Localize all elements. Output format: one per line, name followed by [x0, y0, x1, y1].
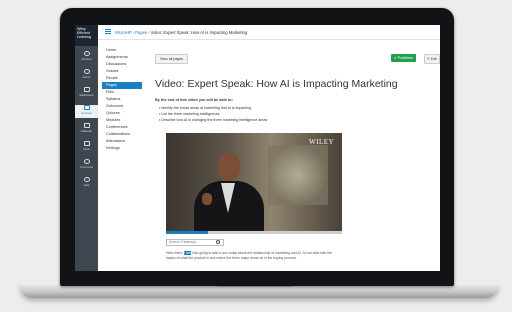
- course-nav-pages[interactable]: Pages: [102, 82, 142, 89]
- global-nav-help-label: Help: [83, 183, 90, 187]
- objective-text: List the three marketing intelligences: [161, 112, 220, 116]
- dashboard-icon: [83, 87, 90, 92]
- course-nav-modules[interactable]: Modules: [102, 117, 142, 124]
- objective-text: Identify the broad areas of marketing th…: [161, 106, 251, 110]
- course-nav-syllabus[interactable]: Syllabus: [102, 96, 142, 103]
- global-nav-calendar[interactable]: Calendar: [75, 123, 98, 135]
- screen: Wiley Efficient Learning Account Admin D…: [75, 25, 440, 271]
- breadcrumb-separator-icon: ›: [132, 30, 135, 35]
- course-nav-home[interactable]: Home: [102, 47, 142, 54]
- view-all-pages-button[interactable]: View all pages: [155, 54, 189, 64]
- global-nav-commons[interactable]: Commons: [75, 159, 98, 171]
- global-nav-help[interactable]: Help: [75, 177, 98, 189]
- published-button[interactable]: ✔ Published: [391, 54, 416, 62]
- course-nav-quizzes[interactable]: Quizzes: [102, 110, 142, 117]
- logo-line-3: Learning: [77, 35, 91, 40]
- courses-icon: [83, 105, 90, 110]
- commons-icon: [83, 159, 90, 164]
- global-nav-courses[interactable]: Courses: [75, 105, 98, 118]
- top-bar: WUAIHP›Pages›Video: Expert Speak: How AI…: [98, 25, 440, 40]
- global-nav-inbox-label: Inbox: [83, 147, 90, 151]
- published-label: Published: [397, 56, 413, 60]
- calendar-icon: [83, 123, 90, 128]
- transcript-text: Vish going to talk to you today about th…: [166, 251, 333, 260]
- learning-objectives-intro: By the end of this video you will be abl…: [155, 98, 233, 102]
- wiley-watermark: WILEY: [309, 138, 335, 146]
- global-nav-account-label: Account: [81, 57, 92, 61]
- global-nav-calendar-label: Calendar: [80, 129, 93, 133]
- search-icon[interactable]: [216, 240, 220, 244]
- course-nav-attendance[interactable]: Attendance: [102, 138, 142, 145]
- admin-icon: [83, 69, 90, 74]
- course-nav-discussions[interactable]: Discussions: [102, 61, 142, 68]
- help-icon: [83, 177, 90, 182]
- speaker-hand: [202, 193, 212, 205]
- global-nav-dashboard-label: Dashboard: [79, 93, 94, 97]
- global-navigation: Wiley Efficient Learning Account Admin D…: [75, 25, 98, 271]
- course-nav-settings[interactable]: Settings: [102, 145, 142, 152]
- video-player[interactable]: WILEY: [166, 133, 342, 231]
- breadcrumb-current: Video: Expert Speak: How AI is Impacting…: [150, 30, 248, 35]
- course-nav-outcomes[interactable]: Outcomes: [102, 103, 142, 110]
- speaker-head: [218, 153, 240, 181]
- inbox-icon: [83, 141, 90, 146]
- course-nav-files[interactable]: Files: [102, 89, 142, 96]
- objective-text: Describe how AI is changing the three ma…: [161, 118, 268, 122]
- hamburger-menu-icon[interactable]: [105, 29, 111, 34]
- global-nav-courses-label: Courses: [81, 111, 92, 115]
- global-nav-commons-label: Commons: [80, 165, 93, 169]
- global-nav-dashboard[interactable]: Dashboard: [75, 87, 98, 99]
- video-progress-bar[interactable]: [166, 231, 342, 234]
- video-transcript: Hello there, I am Vish going to talk to …: [166, 251, 342, 260]
- global-nav-inbox[interactable]: Inbox: [75, 141, 98, 153]
- course-nav-grades[interactable]: Grades: [102, 68, 142, 75]
- global-nav-admin[interactable]: Admin: [75, 69, 98, 81]
- page-title: Video: Expert Speak: How AI is Impacting…: [155, 78, 398, 90]
- objective-item: • List the three marketing intelligences: [159, 112, 220, 116]
- course-nav-assignments[interactable]: Assignments: [102, 54, 142, 61]
- breadcrumb: WUAIHP›Pages›Video: Expert Speak: How AI…: [115, 30, 247, 35]
- objective-item: • Describe how AI is changing the three …: [159, 118, 268, 122]
- breadcrumb-course[interactable]: WUAIHP: [115, 30, 132, 35]
- global-nav-account[interactable]: Account: [75, 51, 98, 63]
- global-nav-admin-label: Admin: [82, 75, 91, 79]
- breadcrumb-pages[interactable]: Pages: [135, 30, 147, 35]
- video-progress-fill: [166, 231, 209, 234]
- objective-item: • Identify the broad areas of marketing …: [159, 106, 251, 110]
- course-nav-conferences[interactable]: Conferences: [102, 124, 142, 131]
- course-navigation: Home Assignments Discussions Grades Peop…: [102, 47, 142, 152]
- course-nav-people[interactable]: People: [102, 75, 142, 82]
- edit-button[interactable]: ✎ Edit: [424, 54, 440, 64]
- video-frame-window: [268, 145, 328, 205]
- transcript-highlight[interactable]: I am: [184, 251, 191, 255]
- wiley-logo: Wiley Efficient Learning: [75, 25, 98, 46]
- course-nav-collaborations[interactable]: Collaborations: [102, 131, 142, 138]
- account-icon: [83, 51, 90, 56]
- transcript-speaker: Hello there,: [166, 251, 184, 255]
